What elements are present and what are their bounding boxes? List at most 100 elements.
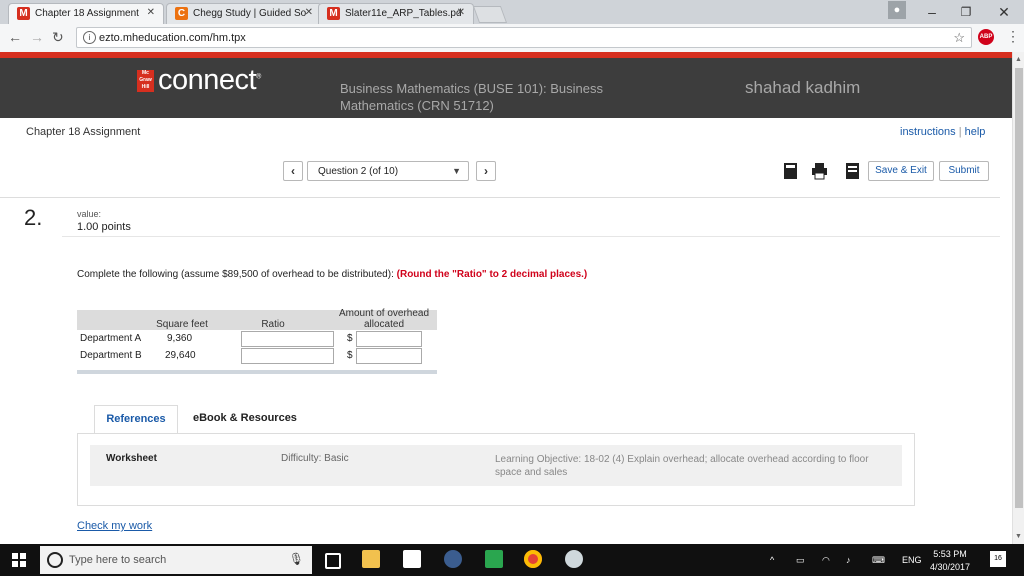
wifi-icon[interactable]: ◠ [822,555,830,566]
tab-ebook-resources[interactable]: eBook & Resources [193,412,297,424]
app-icon[interactable] [565,550,583,568]
windows-start-icon[interactable] [12,553,26,567]
chegg-favicon-icon: C [175,7,188,20]
scrollbar-thumb[interactable] [1015,68,1023,508]
reload-icon[interactable]: ↻ [52,29,64,46]
divider [62,236,1000,237]
tray-chevron-up-icon[interactable]: ^ [770,555,774,565]
prompt-emphasis: (Round the "Ratio" to 2 decimal places.) [396,269,588,280]
worksheet-label: Worksheet [106,453,157,464]
browser-tab-chapter18[interactable]: M Chapter 18 Assignment ✕ [8,3,164,24]
minimize-icon[interactable]: – [922,2,942,22]
report-icon[interactable] [845,162,860,180]
difficulty-text: Difficulty: Basic [281,453,349,464]
assignment-links: instructions | help [900,126,985,138]
microphone-icon[interactable]: 🎙 [289,552,304,566]
question-select[interactable]: Question 2 (of 10) ▼ [307,161,469,181]
mcgraw-hill-logo: Mc Graw Hill [137,70,154,92]
clock[interactable]: 5:53 PM 4/30/2017 [930,548,970,574]
previous-question-button[interactable]: ‹ [283,161,303,181]
mcgraw-favicon-icon: M [17,7,30,20]
taskbar-search-input[interactable]: Type here to search 🎙 [40,546,312,574]
scroll-up-icon[interactable]: ▲ [1015,56,1022,63]
mcgraw-favicon-icon: M [327,7,340,20]
close-tab-icon[interactable]: ✕ [147,7,155,18]
instructions-link[interactable]: instructions [900,126,956,138]
row-label-dept-b: Department B [80,350,142,361]
file-explorer-icon[interactable] [362,550,380,568]
app-icon[interactable] [485,550,503,568]
col-header-square-feet: Square feet [156,319,208,330]
ratio-input-dept-a[interactable] [241,331,334,347]
close-tab-icon[interactable]: ✕ [457,7,465,18]
scroll-down-icon[interactable]: ▼ [1015,533,1022,540]
tab-label: Chegg Study | Guided So [193,8,307,19]
bookmark-star-icon[interactable]: ☆ [953,30,965,46]
search-placeholder: Type here to search [69,554,167,566]
save-exit-button[interactable]: Save & Exit [868,161,934,181]
submit-button[interactable]: Submit [939,161,989,181]
new-tab-button[interactable] [472,6,508,23]
help-link[interactable]: help [965,126,986,138]
cortana-icon [47,552,63,568]
clock-time: 5:53 PM [933,549,967,559]
amount-input-dept-b[interactable] [356,348,422,364]
browser-tab-slater-pdf[interactable]: M Slater11e_ARP_Tables.pd ✕ [318,3,474,24]
tab-label: Chapter 18 Assignment [35,8,139,19]
input-language[interactable]: ENG [902,555,922,565]
table-footer [77,370,437,374]
currency-symbol: $ [347,350,353,361]
browser-toolbar: ← → ↻ i ezto.mheducation.com/hm.tpx ☆ [0,24,1024,53]
restore-icon[interactable]: ❐ [956,2,976,22]
clock-date: 4/30/2017 [930,562,971,572]
next-question-button[interactable]: › [476,161,496,181]
browser-menu-icon[interactable]: ⋮ [1006,28,1020,45]
tab-label: Slater11e_ARP_Tables.pd [345,8,462,19]
col-header-amount: Amount of overhead allocated [338,308,430,330]
square-feet-dept-b: 29,640 [165,350,196,361]
value-label: value: [77,209,102,219]
tab-references[interactable]: References [94,405,178,433]
forward-arrow-icon[interactable]: → [30,29,44,45]
vertical-scrollbar[interactable]: ▲ ▼ [1012,52,1024,544]
row-label-dept-a: Department A [80,333,142,344]
task-view-icon[interactable] [325,553,341,569]
question-prompt: Complete the following (assume $89,500 o… [77,268,597,281]
col-header-ratio: Ratio [261,319,285,330]
learning-objective: Learning Objective: 18-02 (4) Explain ov… [495,454,869,478]
assignment-title: Chapter 18 Assignment [26,126,141,138]
question-select-value: Question 2 (of 10) [318,166,399,177]
link-separator: | [958,126,962,138]
user-name: shahad kadhim [745,78,861,97]
window-close-icon[interactable]: ✕ [994,2,1014,22]
store-icon[interactable] [403,550,421,568]
volume-icon[interactable]: ♪ [846,555,851,565]
back-arrow-icon[interactable]: ← [8,29,22,45]
info-icon[interactable]: i [83,31,96,44]
currency-symbol: $ [347,333,353,344]
connect-logo-text: connect [158,64,257,96]
amount-input-dept-a[interactable] [356,331,422,347]
ratio-input-dept-b[interactable] [241,348,334,364]
check-my-work-link[interactable]: Check my work [77,520,152,532]
battery-icon[interactable]: ▭ [796,555,805,566]
divider [0,197,1000,198]
square-feet-dept-a: 9,360 [167,333,193,344]
adblock-icon[interactable]: ABP [978,29,994,45]
keyboard-icon[interactable]: ⌨ [872,555,885,566]
prompt-text: Complete the following (assume $89,500 o… [77,269,394,280]
connect-logo: connect® [158,64,261,96]
points-value: 1.00 points [77,221,131,233]
print-icon[interactable] [812,162,827,180]
notifications-icon[interactable]: 16 [990,551,1006,567]
profile-icon[interactable]: ● [888,1,906,19]
browser-tab-chegg[interactable]: C Chegg Study | Guided So ✕ [166,3,322,24]
chevron-down-icon: ▼ [452,166,461,176]
url-text: ezto.mheducation.com/hm.tpx [99,32,246,44]
chrome-icon[interactable] [524,550,542,568]
address-bar[interactable]: i ezto.mheducation.com/hm.tpx ☆ [76,27,972,48]
calculator-icon[interactable] [783,162,798,180]
course-title: Business Mathematics (BUSE 101): Busines… [340,81,603,113]
media-player-icon[interactable] [444,550,462,568]
close-tab-icon[interactable]: ✕ [305,7,313,18]
